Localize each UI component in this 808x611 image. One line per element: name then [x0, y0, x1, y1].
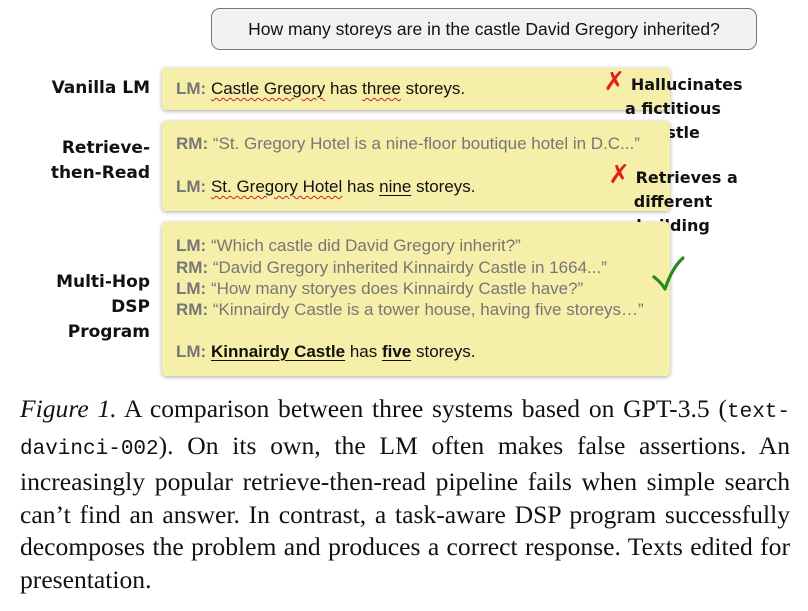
- retrieve-rm-line: RM: “St. Gregory Hotel is a nine-floor b…: [176, 134, 640, 154]
- multihop-step: RM: “Kinnairdy Castle is a tower house, …: [176, 300, 644, 320]
- answer-number: five: [381, 342, 412, 361]
- system-label-retrieve-line1: Retrieve-: [61, 138, 150, 158]
- lm-tag: LM:: [176, 177, 207, 196]
- retrieve-panel: RM: “St. Gregory Hotel is a nine-floor b…: [162, 121, 670, 211]
- system-label-vanilla-text: Vanilla LM: [51, 78, 150, 98]
- multihop-panel: LM: “Which castle did David Gregory inhe…: [162, 222, 670, 376]
- answer-end: storeys.: [411, 177, 476, 196]
- vanilla-answer-line: LM: Castle Gregory has three storeys.: [176, 79, 465, 99]
- question-box: How many storeys are in the castle David…: [211, 8, 757, 50]
- answer-mid: has: [342, 177, 380, 196]
- lm-tag: LM:: [176, 342, 207, 361]
- answer-entity: St. Gregory Hotel: [210, 177, 343, 196]
- figure-caption: Figure 1. A comparison between three sys…: [20, 393, 790, 596]
- x-mark-icon: ✗: [608, 160, 630, 190]
- step-tag: LM:: [176, 236, 207, 255]
- step-tag: LM:: [176, 279, 207, 298]
- step-text: “David Gregory inherited Kinnairdy Castl…: [208, 258, 607, 277]
- system-label-multihop-line2: DSP Program: [67, 297, 150, 342]
- step-text: “Kinnairdy Castle is a tower house, havi…: [208, 300, 644, 319]
- caption-text-a: A comparison between three systems based…: [116, 394, 727, 423]
- system-label-multihop-line1: Multi-Hop: [56, 272, 150, 292]
- answer-entity: Castle Gregory: [210, 79, 326, 98]
- retrieve-note-line1: Retrieves a: [635, 168, 738, 187]
- step-tag: RM:: [176, 258, 209, 277]
- figure-label: Figure 1.: [20, 394, 117, 423]
- question-text: How many storeys are in the castle David…: [248, 19, 720, 39]
- x-mark-icon: ✗: [603, 67, 626, 97]
- answer-mid: has: [345, 342, 382, 361]
- answer-entity: Kinnairdy Castle: [210, 342, 346, 361]
- rm-tag: RM:: [176, 134, 209, 153]
- answer-end: storeys.: [400, 79, 466, 98]
- check-mark-icon: [652, 256, 685, 291]
- answer-end: storeys.: [411, 342, 476, 361]
- step-text: “Which castle did David Gregory inherit?…: [206, 236, 521, 255]
- vanilla-panel: LM: Castle Gregory has three storeys.: [162, 68, 670, 110]
- multihop-step: LM: “How many storyes does Kinnairdy Cas…: [176, 279, 583, 299]
- system-label-retrieve-line2: then-Read: [50, 163, 150, 183]
- vanilla-note-line1: Hallucinates: [630, 75, 743, 94]
- system-label-multihop: Multi-Hop DSP Program: [30, 270, 150, 345]
- answer-mid: has: [325, 79, 363, 98]
- answer-number: three: [362, 79, 401, 98]
- step-text: “How many storyes does Kinnairdy Castle …: [206, 279, 584, 298]
- retrieve-answer-line: LM: St. Gregory Hotel has nine storeys.: [176, 177, 476, 197]
- system-label-vanilla: Vanilla LM: [40, 76, 150, 101]
- system-label-retrieve: Retrieve- then-Read: [40, 136, 150, 186]
- multihop-step: RM: “David Gregory inherited Kinnairdy C…: [176, 258, 607, 278]
- lm-tag: LM:: [176, 79, 207, 98]
- rm-text: “St. Gregory Hotel is a nine-floor bouti…: [208, 134, 640, 153]
- step-tag: RM:: [176, 300, 209, 319]
- multihop-step: LM: “Which castle did David Gregory inhe…: [176, 236, 521, 256]
- multihop-answer-line: LM: Kinnairdy Castle has five storeys.: [176, 342, 476, 362]
- answer-number: nine: [379, 177, 412, 196]
